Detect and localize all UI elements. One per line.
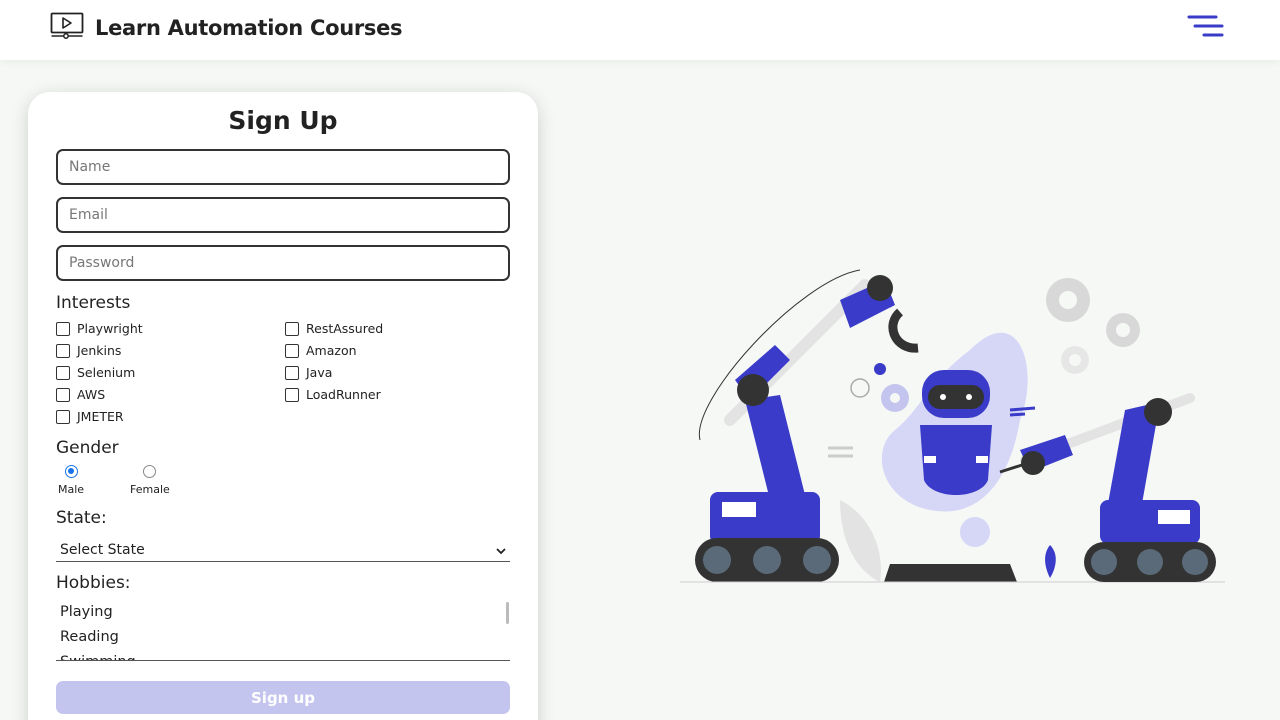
hamburger-menu-icon[interactable] <box>1186 14 1224 40</box>
checkbox-label: AWS <box>77 387 106 402</box>
signup-card: Sign Up Interests Playwright RestAssured… <box>28 92 538 720</box>
state-label: State: <box>56 508 107 528</box>
checkbox-label: Jenkins <box>77 343 122 358</box>
interest-checkbox-amazon[interactable]: Amazon <box>285 343 357 358</box>
checkbox-box[interactable] <box>285 365 299 380</box>
checkbox-box[interactable] <box>56 387 70 402</box>
hobbies-label: Hobbies: <box>56 573 131 593</box>
interest-checkbox-java[interactable]: Java <box>285 365 332 380</box>
radio-label: Female <box>130 483 170 496</box>
checkbox-box[interactable] <box>285 343 299 358</box>
name-input[interactable] <box>56 149 510 185</box>
checkbox-box[interactable] <box>56 343 70 358</box>
gender-radio-male[interactable]: Male <box>58 465 84 496</box>
checkbox-box[interactable] <box>56 365 70 380</box>
interest-checkbox-jenkins[interactable]: Jenkins <box>56 343 121 358</box>
robot-factory-illustration <box>680 260 1225 594</box>
hobby-option[interactable]: Reading <box>56 625 510 650</box>
checkbox-label: LoadRunner <box>306 387 381 402</box>
site-title: Learn Automation Courses <box>95 16 403 40</box>
hobby-option[interactable]: Playing <box>56 600 510 625</box>
hobby-option[interactable]: Swimming <box>56 650 510 660</box>
checkbox-label: Selenium <box>77 365 136 380</box>
checkbox-box[interactable] <box>285 321 299 336</box>
interest-checkbox-playwright[interactable]: Playwright <box>56 321 143 336</box>
interest-checkbox-restassured[interactable]: RestAssured <box>285 321 383 336</box>
state-select-value: Select State <box>60 541 145 558</box>
checkbox-label: RestAssured <box>306 321 384 336</box>
listbox-scrollbar[interactable] <box>506 602 509 624</box>
chevron-down-icon <box>496 540 506 559</box>
checkbox-label: JMETER <box>77 409 124 424</box>
state-select[interactable]: Select State <box>56 538 510 562</box>
signup-title: Sign Up <box>228 106 338 135</box>
radio-button[interactable] <box>64 465 78 478</box>
brand[interactable]: Learn Automation Courses <box>50 12 403 44</box>
radio-label: Male <box>58 483 85 496</box>
interest-checkbox-jmeter[interactable]: JMETER <box>56 409 124 424</box>
checkbox-box[interactable] <box>56 409 70 424</box>
interest-checkbox-selenium[interactable]: Selenium <box>56 365 135 380</box>
signup-button[interactable]: Sign up <box>56 681 510 714</box>
gender-radio-female[interactable]: Female <box>130 465 170 496</box>
password-input[interactable] <box>56 245 510 281</box>
gender-label: Gender <box>56 438 119 458</box>
interest-checkbox-loadrunner[interactable]: LoadRunner <box>285 387 381 402</box>
radio-button[interactable] <box>143 465 157 478</box>
interest-checkbox-aws[interactable]: AWS <box>56 387 105 402</box>
checkbox-label: Playwright <box>77 321 143 336</box>
email-input[interactable] <box>56 197 510 233</box>
checkbox-box[interactable] <box>56 321 70 336</box>
interests-label: Interests <box>56 293 131 313</box>
checkbox-box[interactable] <box>285 387 299 402</box>
checkbox-label: Amazon <box>306 343 357 358</box>
checkbox-label: Java <box>306 365 333 380</box>
top-navbar: Learn Automation Courses <box>0 0 1280 60</box>
hobbies-listbox[interactable]: Playing Reading Swimming <box>56 600 510 661</box>
video-monitor-icon <box>50 12 84 44</box>
